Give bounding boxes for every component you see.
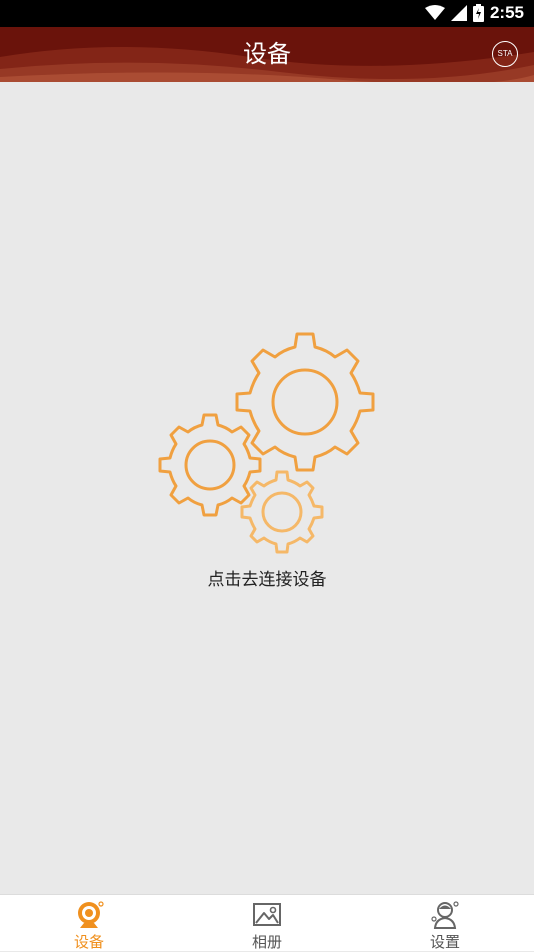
tab-settings-label: 设置	[429, 933, 460, 951]
connect-device-link[interactable]: 点击去连接设备	[0, 565, 534, 590]
tab-device[interactable]: 设备	[0, 895, 178, 951]
status-time: 2:55	[489, 3, 524, 22]
app-bar: 设备 STA	[0, 27, 534, 82]
tab-album-label: 相册	[251, 933, 282, 951]
sta-mode-button[interactable]: STA	[492, 41, 518, 67]
image-icon	[253, 903, 281, 926]
camera-icon	[78, 901, 104, 928]
page-title: 设备	[243, 40, 291, 68]
tab-device-label: 设备	[73, 933, 104, 951]
user-settings-icon	[431, 901, 459, 929]
battery-icon	[472, 4, 484, 22]
wifi-icon	[424, 5, 445, 20]
gears-icon	[158, 332, 375, 554]
tab-album[interactable]: 相册	[178, 895, 356, 951]
bottom-tab-bar: 设备 相册 设置	[0, 894, 534, 951]
tab-settings[interactable]: 设置	[356, 895, 534, 951]
status-bar: 2:55	[0, 0, 534, 27]
signal-icon	[450, 5, 467, 21]
